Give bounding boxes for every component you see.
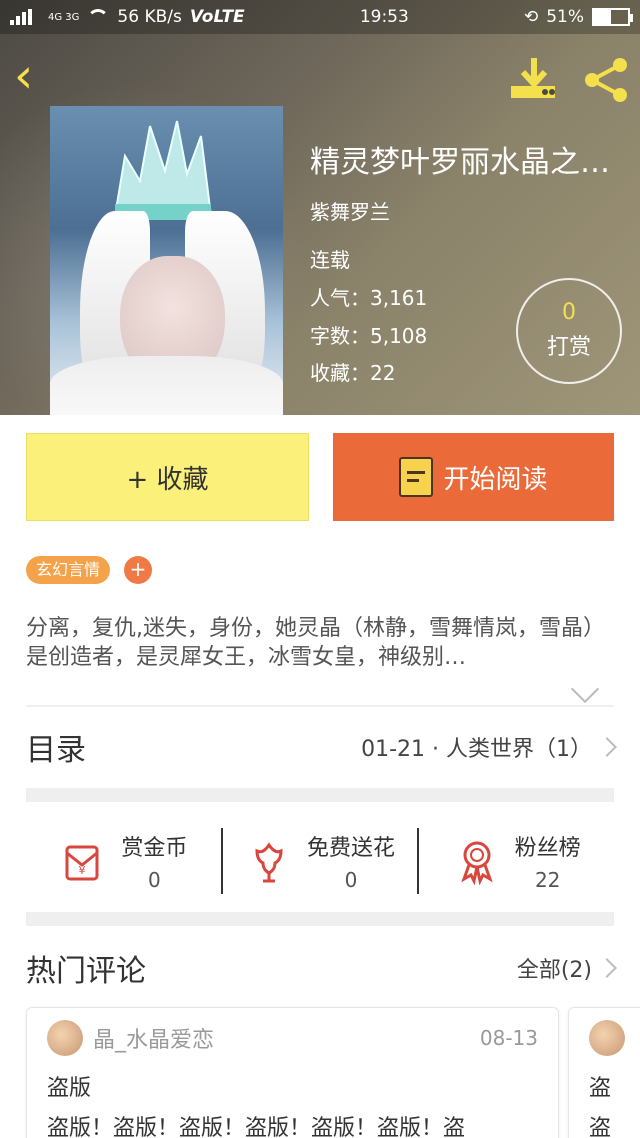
book-description[interactable]: 分离，复仇,迷失，身份，她灵晶（林静，雪舞情岚，雪晶）是创造者，是灵犀女王，冰雪…: [26, 614, 616, 672]
coin-reward-value: 0: [147, 867, 161, 892]
tip-label: 打赏: [546, 335, 591, 360]
comment-username[interactable]: 晶_水晶爱恋: [93, 1022, 214, 1054]
favorites-value: 22: [370, 361, 396, 385]
all-comments-link[interactable]: 全部(2): [516, 952, 617, 984]
comment-body: 盗: [589, 1116, 612, 1138]
crown-icon: [113, 120, 213, 220]
comment-card-peek[interactable]: 盗 盗: [568, 1007, 640, 1138]
comment-user: 晶_水晶爱恋: [47, 1020, 214, 1056]
network-type: 4G 3G: [48, 11, 80, 23]
catalog-title: 目录: [26, 733, 86, 768]
flower-reward-value: 0: [344, 867, 358, 892]
book-cover[interactable]: [50, 106, 283, 415]
battery-percent: 51%: [546, 7, 584, 27]
svg-text:¥: ¥: [79, 864, 86, 877]
status-left: 4G 3G 56 KB/s VoLTE: [10, 7, 245, 27]
all-comments-label: 全部(2): [516, 958, 592, 983]
section-separator: [26, 788, 614, 802]
comment-date: 08-13: [479, 1026, 538, 1050]
favorites-stat: 收藏：22: [310, 357, 395, 386]
catalog-latest-chapter: 01-21 · 人类世界（1）: [361, 737, 592, 762]
battery-fill: [594, 10, 612, 24]
wifi-icon: [87, 9, 110, 25]
download-icon[interactable]: [509, 56, 559, 102]
fan-rank-text: 粉丝榜 22: [515, 830, 581, 892]
add-tag-button[interactable]: +: [124, 556, 152, 584]
flower-reward-label: 免费送花: [307, 835, 396, 861]
award-ribbon-icon: [460, 841, 493, 885]
catalog-latest-wrap: 01-21 · 人类世界（1）: [361, 731, 617, 763]
comment-header: 晶_水晶爱恋 08-13: [47, 1020, 538, 1056]
comments-title: 热门评论: [26, 954, 146, 989]
comment-title: 盗版: [47, 1076, 92, 1101]
start-reading-button[interactable]: 开始阅读: [333, 433, 614, 521]
status-bar: 4G 3G 56 KB/s VoLTE 19:53 ⟲ 51%: [0, 0, 640, 34]
book-hero: 4G 3G 56 KB/s VoLTE 19:53 ⟲ 51% ‹ 精灵梦叶罗丽…: [0, 0, 640, 415]
avatar[interactable]: [47, 1020, 83, 1056]
words-label: 字数：: [310, 324, 370, 348]
chevron-right-icon: [597, 958, 617, 978]
word-count-stat: 字数：5,108: [310, 320, 427, 349]
section-separator: [26, 912, 614, 926]
signal-icon: [10, 9, 40, 25]
rotation-lock-icon: ⟲: [523, 7, 539, 27]
volte-label: VoLTE: [189, 7, 245, 27]
network-speed: 56 KB/s: [117, 7, 182, 27]
coin-reward-item[interactable]: ¥ 赏金币 0: [26, 830, 221, 892]
back-icon[interactable]: ‹: [14, 52, 54, 100]
book-content: + 收藏 开始阅读 玄幻言情 + 分离，复仇,迷失，身份，她灵晶（林静，雪舞情岚…: [0, 415, 640, 1138]
comments-header: 热门评论 全部(2): [26, 943, 617, 993]
genre-tag[interactable]: 玄幻言情: [26, 556, 111, 584]
comment-title: 盗: [589, 1076, 612, 1101]
comment-body: 盗版！盗版！盗版！盗版！盗版！盗版！盗: [47, 1116, 466, 1138]
fan-rank-item[interactable]: 粉丝榜 22: [419, 830, 614, 892]
popularity-value: 3,161: [370, 286, 428, 310]
expand-chevron-icon[interactable]: [570, 674, 600, 704]
book-icon: [399, 457, 434, 497]
start-reading-label: 开始阅读: [443, 464, 548, 495]
coin-reward-text: 赏金币 0: [121, 830, 187, 892]
clock: 19:53: [359, 7, 409, 27]
cover-fur: [50, 356, 283, 415]
battery-icon: [592, 8, 633, 26]
popularity-label: 人气：: [310, 286, 370, 310]
book-status: 连载: [310, 248, 350, 272]
words-value: 5,108: [370, 324, 428, 348]
avatar[interactable]: [589, 1020, 625, 1056]
reward-bar: ¥ 赏金币 0 免费送花 0 粉丝榜 22: [26, 819, 614, 902]
flower-reward-text: 免费送花 0: [307, 830, 395, 892]
book-title: 精灵梦叶罗丽水晶之…: [310, 145, 610, 180]
tip-count: 0: [562, 300, 576, 325]
share-icon[interactable]: [582, 56, 630, 104]
add-to-favorites-button[interactable]: + 收藏: [26, 433, 309, 521]
coin-reward-label: 赏金币: [121, 835, 188, 861]
book-author[interactable]: 紫舞罗兰: [310, 196, 390, 225]
fan-rank-label: 粉丝榜: [514, 835, 581, 861]
flower-icon: [255, 841, 283, 882]
fan-rank-value: 22: [534, 867, 561, 892]
flower-reward-item[interactable]: 免费送花 0: [223, 830, 418, 892]
tip-button[interactable]: 0 打赏: [516, 278, 622, 384]
status-right: ⟲ 51%: [523, 7, 633, 27]
catalog-row[interactable]: 目录 01-21 · 人类世界（1）: [26, 706, 617, 788]
chevron-right-icon: [597, 737, 617, 757]
red-envelope-icon: ¥: [65, 845, 99, 880]
popularity-stat: 人气：3,161: [310, 282, 427, 311]
book-detail-page: 4G 3G 56 KB/s VoLTE 19:53 ⟲ 51% ‹ 精灵梦叶罗丽…: [0, 0, 640, 1138]
comment-card[interactable]: 晶_水晶爱恋 08-13 盗版 盗版！盗版！盗版！盗版！盗版！盗版！盗: [26, 1007, 559, 1138]
favorites-label: 收藏：: [310, 361, 370, 385]
